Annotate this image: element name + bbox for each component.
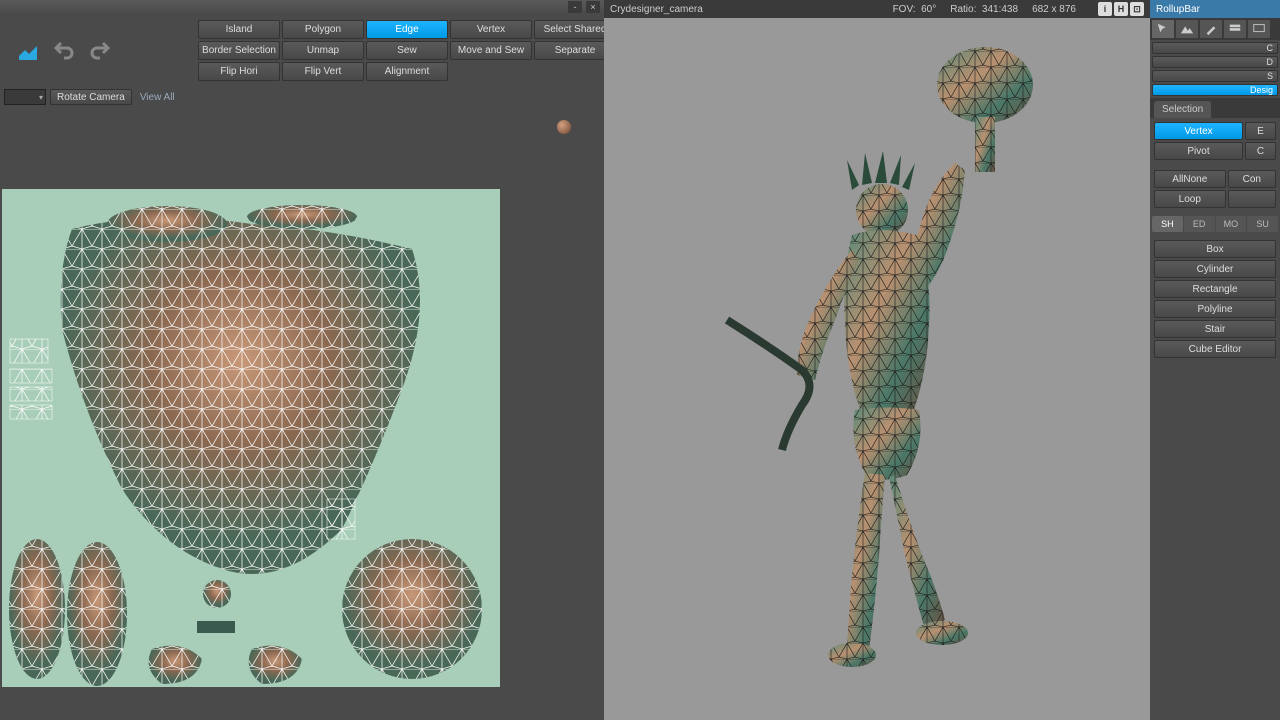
loop-button[interactable]: Loop [1154, 190, 1226, 208]
selection-tab-bar: Selection [1150, 98, 1280, 118]
flip-hori-button[interactable]: Flip Hori [198, 62, 280, 81]
fov-label: FOV: 60° [893, 4, 937, 15]
vertex-button[interactable]: Vertex [450, 20, 532, 39]
camera-name-label: Crydesigner_camera [610, 4, 703, 15]
edge-button[interactable]: Edge [366, 20, 448, 39]
rollup-title: RollupBar [1150, 0, 1280, 18]
viewport-badge-⊡[interactable]: ⊡ [1130, 2, 1144, 16]
allnone-button[interactable]: AllNone [1154, 170, 1226, 188]
rollup-bar: RollupBar C D S Desig Selection Vertex E… [1150, 0, 1280, 720]
uv-button-grid: IslandPolygonEdgeVertexSelect Shared Bor… [198, 20, 616, 81]
view-all-link[interactable]: View All [140, 92, 175, 103]
ring-button[interactable] [1228, 190, 1276, 208]
sew-button[interactable]: Sew [366, 41, 448, 60]
polyline-button[interactable]: Polyline [1154, 300, 1276, 318]
rectangle-button[interactable]: Rectangle [1154, 280, 1276, 298]
uv-editor-panel: ‑ × IslandPolygonEdgeVertexSelect Shared… [0, 0, 604, 720]
box-button[interactable]: Box [1154, 240, 1276, 258]
rollup-tab-layers[interactable] [1224, 20, 1246, 38]
undo-icon[interactable] [50, 37, 78, 65]
vertex-mode-button[interactable]: Vertex [1154, 122, 1243, 140]
island-button[interactable]: Island [198, 20, 280, 39]
rotate-camera-button[interactable]: Rotate Camera [50, 89, 132, 105]
redo-icon[interactable] [86, 37, 114, 65]
mode-tabs: SHEDMOSU [1150, 212, 1280, 236]
uv-viewport[interactable] [2, 109, 602, 718]
section-design-button[interactable]: Desig [1152, 84, 1278, 96]
perspective-viewport[interactable]: Crydesigner_camera FOV: 60° Ratio: 341:4… [604, 0, 1150, 720]
window-close-button[interactable]: × [586, 1, 600, 13]
viewport-3d-area[interactable] [604, 18, 1150, 720]
rollup-category-tabs [1150, 18, 1280, 40]
unmap-button[interactable]: Unmap [282, 41, 364, 60]
cylinder-button[interactable]: Cylinder [1154, 260, 1276, 278]
section-d-button[interactable]: D [1152, 56, 1278, 68]
pivot-button[interactable]: Pivot [1154, 142, 1243, 160]
connect-button[interactable]: Con [1228, 170, 1276, 188]
statue-model-icon [687, 35, 1067, 675]
mode-tab-ed[interactable]: ED [1184, 216, 1215, 232]
uv-sub-toolbar: Rotate Camera View All [0, 87, 604, 107]
mode-tab-su[interactable]: SU [1247, 216, 1278, 232]
resolution-label: 682 x 876 [1032, 4, 1076, 15]
tab-selection[interactable]: Selection [1154, 101, 1211, 118]
edge-mode-button[interactable]: E [1245, 122, 1276, 140]
rollup-tab-cursor[interactable] [1152, 20, 1174, 38]
viewport-badge-H[interactable]: H [1114, 2, 1128, 16]
c-button[interactable]: C [1245, 142, 1276, 160]
viewport-badge-i[interactable]: i [1098, 2, 1112, 16]
brush-icon[interactable] [14, 37, 42, 65]
section-s-button[interactable]: S [1152, 70, 1278, 82]
uv-editor-titlebar: ‑ × [0, 0, 604, 14]
ratio-label: Ratio: 341:438 [950, 4, 1018, 15]
alignment-button[interactable]: Alignment [366, 62, 448, 81]
window-pin-button[interactable]: ‑ [568, 1, 582, 13]
uv-mode-dropdown[interactable] [4, 89, 46, 105]
border-selection-button[interactable]: Border Selection [198, 41, 280, 60]
uv-tool-icons [4, 20, 124, 81]
cube-editor-button[interactable]: Cube Editor [1154, 340, 1276, 358]
polygon-button[interactable]: Polygon [282, 20, 364, 39]
section-c-button[interactable]: C [1152, 42, 1278, 54]
selection-panel: Vertex E Pivot C AllNone Con Loop [1150, 118, 1280, 212]
shapes-panel: Box Cylinder Rectangle Polyline Stair Cube Ed… [1150, 236, 1280, 362]
rollup-tab-paint[interactable] [1200, 20, 1222, 38]
uv-canvas[interactable] [2, 189, 500, 687]
uv-top-toolbar: IslandPolygonEdgeVertexSelect Shared Bor… [0, 14, 604, 87]
mode-tab-sh[interactable]: SH [1152, 216, 1183, 232]
view-gizmo[interactable] [554, 117, 574, 137]
mode-tab-mo[interactable]: MO [1216, 216, 1247, 232]
flip-vert-button[interactable]: Flip Vert [282, 62, 364, 81]
viewport-header: Crydesigner_camera FOV: 60° Ratio: 341:4… [604, 0, 1150, 18]
stair-button[interactable]: Stair [1154, 320, 1276, 338]
uv-wireframe-icon [2, 189, 500, 687]
move-and-sew-button[interactable]: Move and Sew [450, 41, 532, 60]
rollup-tab-display[interactable] [1248, 20, 1270, 38]
rollup-tab-terrain[interactable] [1176, 20, 1198, 38]
